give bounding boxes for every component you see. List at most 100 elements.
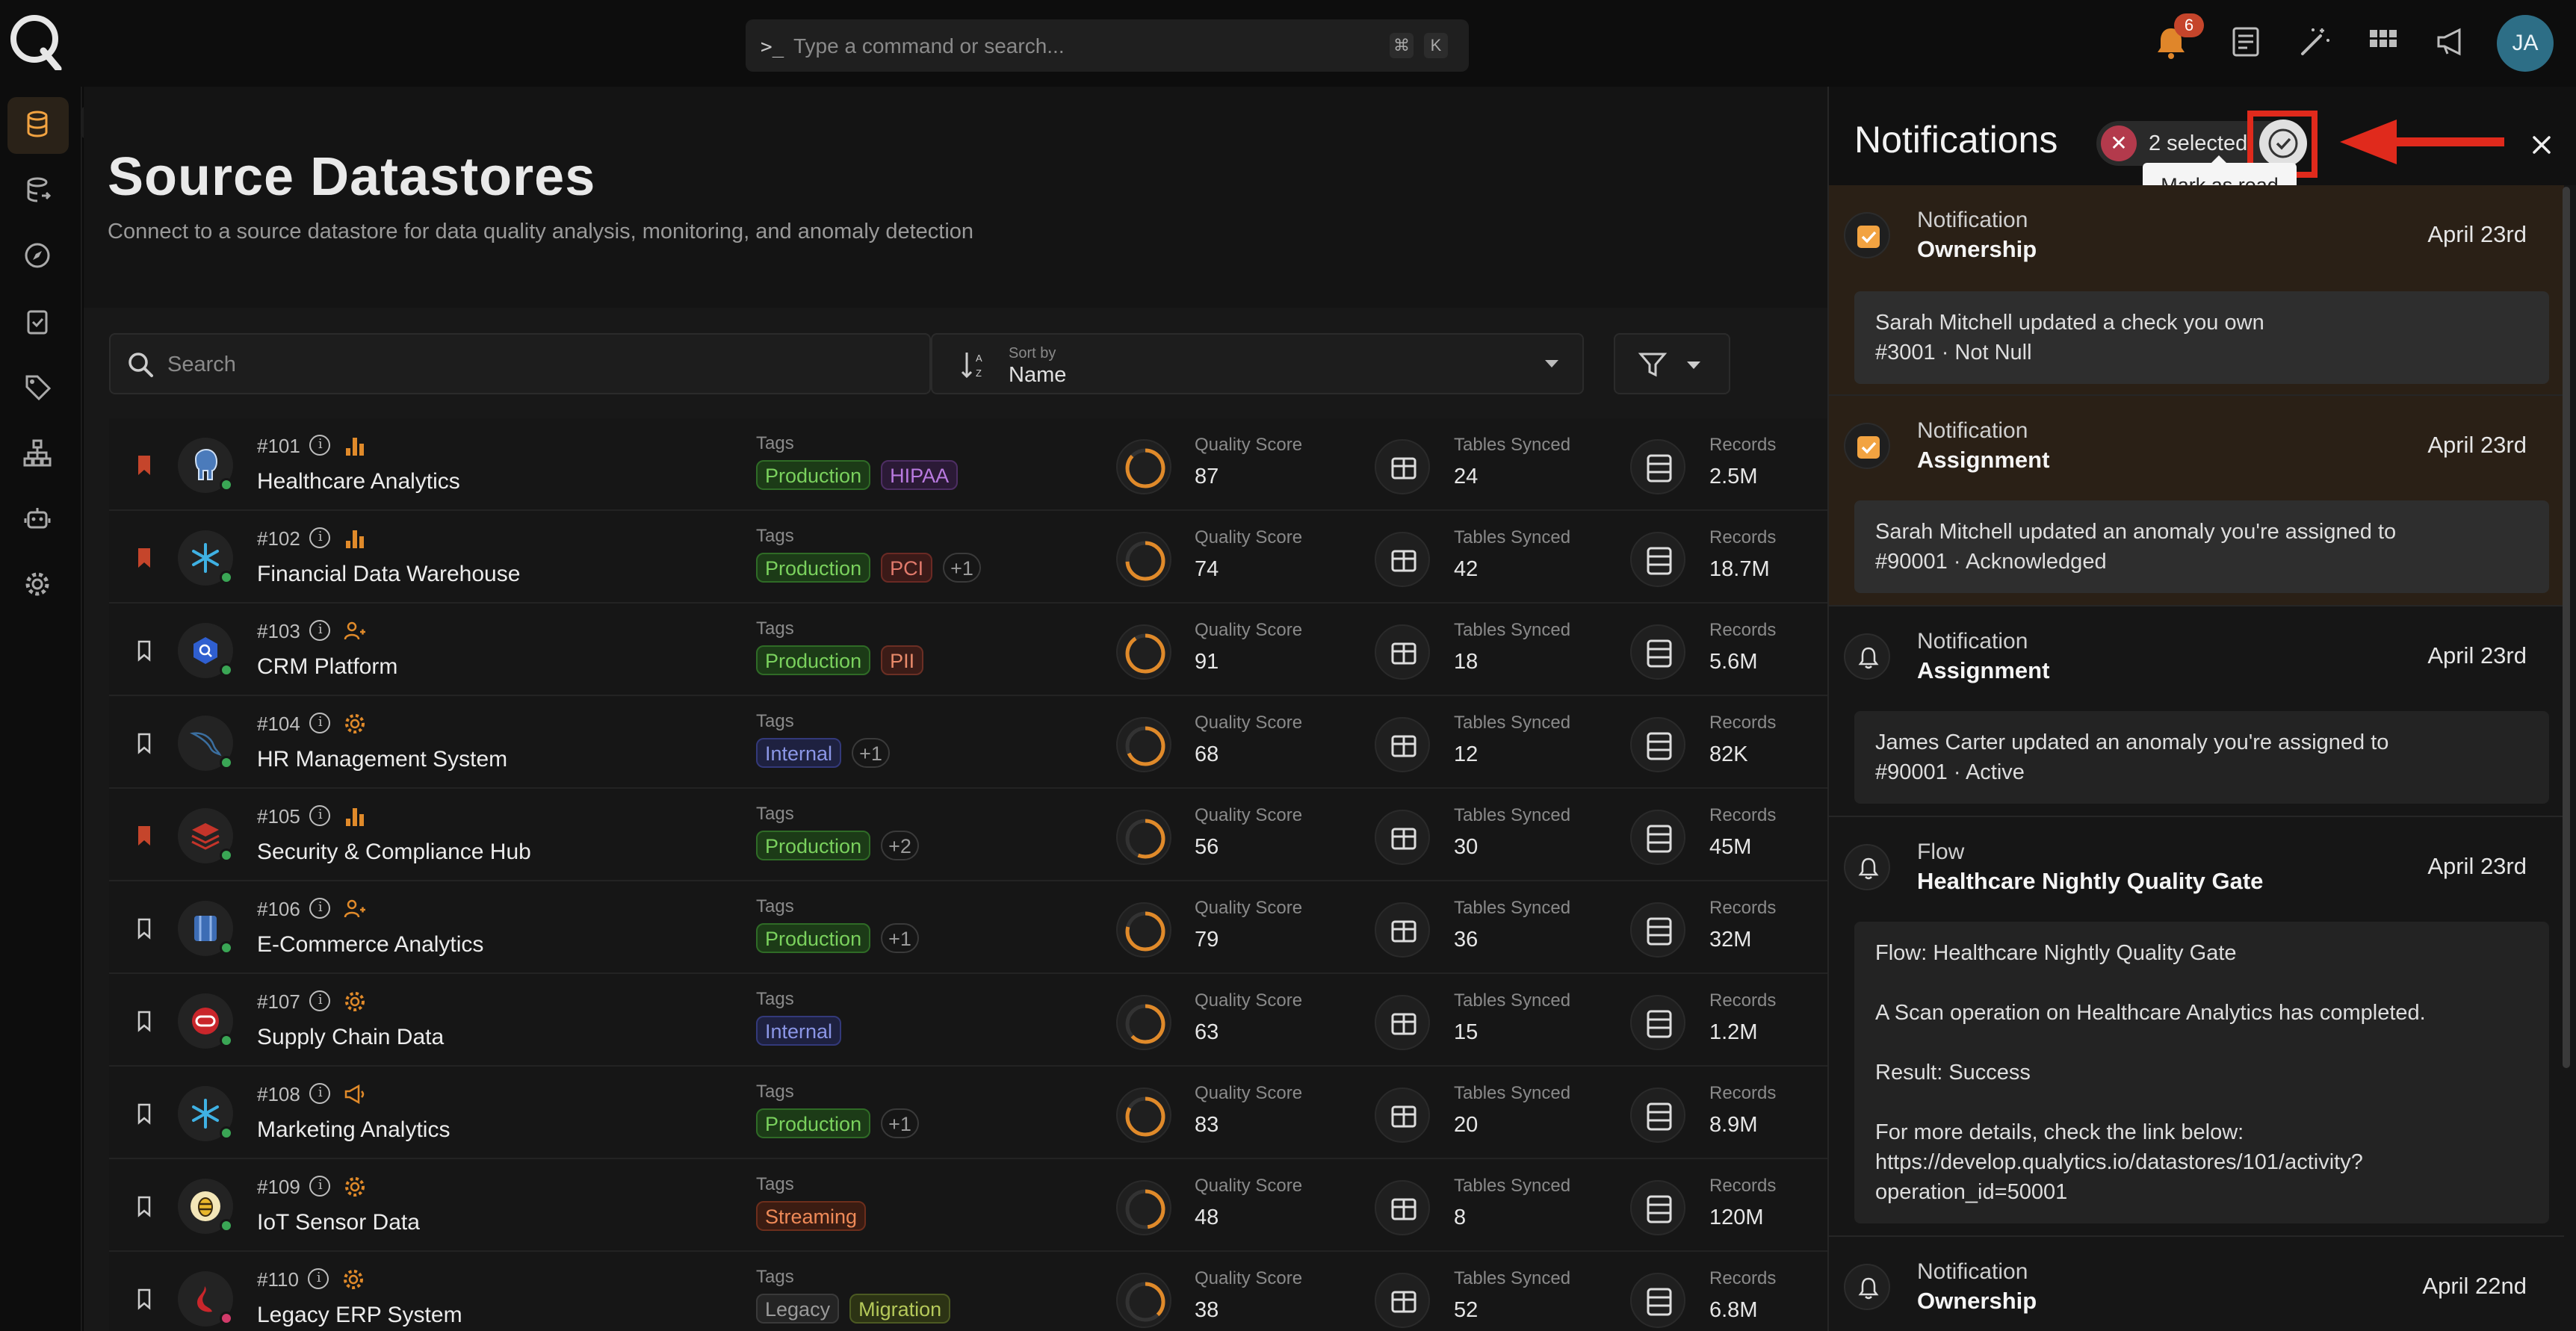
left-sidebar bbox=[0, 87, 82, 1331]
tag-production[interactable]: Production bbox=[756, 831, 871, 860]
notification-bell[interactable] bbox=[1844, 1264, 1890, 1310]
sidebar-item-settings[interactable] bbox=[7, 557, 69, 614]
notification-item[interactable]: Flow Healthcare Nightly Quality Gate Apr… bbox=[1829, 817, 2564, 1237]
info-icon[interactable] bbox=[307, 1268, 329, 1289]
info-icon[interactable] bbox=[309, 1176, 330, 1197]
quality-score-label: Quality Score bbox=[1195, 898, 1303, 918]
tag-internal[interactable]: Internal bbox=[756, 1016, 842, 1046]
app-logo-icon[interactable] bbox=[9, 13, 63, 70]
info-icon[interactable] bbox=[309, 1083, 330, 1104]
bookmark-filled-icon[interactable] bbox=[136, 454, 152, 477]
notification-item[interactable]: Notification Ownership April 22nd bbox=[1829, 1237, 2564, 1331]
notification-bell[interactable] bbox=[1844, 633, 1890, 680]
info-icon[interactable] bbox=[309, 898, 330, 919]
notification-checkbox[interactable] bbox=[1844, 212, 1890, 258]
bookmark-outline-icon[interactable] bbox=[136, 1195, 152, 1217]
datastore-row[interactable]: #103 CRM Platform Tags Production PII Qu… bbox=[109, 604, 1829, 696]
clear-selection-button[interactable]: ✕ bbox=[2101, 125, 2137, 161]
notification-item[interactable]: Notification Assignment April 23rd Sarah… bbox=[1829, 396, 2564, 606]
notification-item[interactable]: Notification Assignment April 23rd James… bbox=[1829, 606, 2564, 817]
sidebar-item-explore[interactable] bbox=[7, 229, 69, 285]
tag-hipaa[interactable]: HIPAA bbox=[881, 460, 959, 490]
info-icon[interactable] bbox=[309, 990, 330, 1011]
datastore-row[interactable]: #106 E-Commerce Analytics Tags Productio… bbox=[109, 881, 1829, 974]
datastore-name[interactable]: HR Management System bbox=[257, 747, 507, 772]
datastore-row[interactable]: #105 Security & Compliance Hub Tags Prod… bbox=[109, 789, 1829, 881]
notification-item[interactable]: Notification Ownership April 23rd Sarah … bbox=[1829, 185, 2564, 396]
tag-production[interactable]: Production bbox=[756, 1108, 871, 1138]
datastore-row[interactable]: #108 Marketing Analytics Tags Production… bbox=[109, 1067, 1829, 1159]
datastore-name[interactable]: Legacy ERP System bbox=[257, 1303, 462, 1328]
tag-internal[interactable]: Internal bbox=[756, 738, 842, 768]
tag-production[interactable]: Production bbox=[756, 553, 871, 583]
tag-more-count[interactable]: +1 bbox=[881, 923, 919, 953]
magic-wand-icon[interactable] bbox=[2295, 22, 2334, 61]
tag-more-count[interactable]: +2 bbox=[881, 831, 919, 860]
bookmark-outline-icon[interactable] bbox=[136, 1288, 152, 1310]
datastore-row[interactable]: #104 HR Management System Tags Internal … bbox=[109, 696, 1829, 789]
datastore-name[interactable]: Marketing Analytics bbox=[257, 1117, 450, 1143]
athena-logo bbox=[178, 901, 233, 956]
tag-production[interactable]: Production bbox=[756, 460, 871, 490]
sidebar-item-checks[interactable] bbox=[7, 294, 69, 351]
sidebar-item-tags[interactable] bbox=[7, 360, 69, 417]
tag-legacy[interactable]: Legacy bbox=[756, 1294, 840, 1324]
sort-select[interactable]: A Z Sort by Name bbox=[931, 333, 1584, 394]
datastore-name[interactable]: Healthcare Analytics bbox=[257, 469, 460, 494]
bookmark-outline-icon[interactable] bbox=[136, 1010, 152, 1032]
user-avatar[interactable]: JA bbox=[2497, 15, 2554, 72]
sidebar-item-hierarchy[interactable] bbox=[7, 426, 69, 483]
sidebar-item-enrichment[interactable] bbox=[7, 163, 69, 220]
datastore-name[interactable]: Financial Data Warehouse bbox=[257, 562, 520, 587]
datastore-name[interactable]: Supply Chain Data bbox=[257, 1025, 444, 1050]
bar-chart-icon bbox=[345, 530, 364, 548]
tag-more-count[interactable]: +1 bbox=[943, 553, 981, 583]
datastore-name[interactable]: CRM Platform bbox=[257, 654, 397, 680]
info-icon[interactable] bbox=[309, 805, 330, 826]
tag-more-count[interactable]: +1 bbox=[881, 1108, 919, 1138]
datastore-name[interactable]: E-Commerce Analytics bbox=[257, 932, 483, 958]
bookmark-outline-icon[interactable] bbox=[136, 639, 152, 662]
tag-pci[interactable]: PCI bbox=[881, 553, 933, 583]
search-input[interactable]: Search bbox=[109, 333, 931, 394]
quality-score-value: 79 bbox=[1195, 928, 1219, 952]
user-settings-icon bbox=[344, 621, 365, 640]
bookmark-filled-icon[interactable] bbox=[136, 825, 152, 847]
sidebar-item-agents[interactable] bbox=[7, 491, 69, 548]
datastore-row[interactable]: #109 IoT Sensor Data Tags Streaming Qual… bbox=[109, 1159, 1829, 1252]
quality-score-label: Quality Score bbox=[1195, 990, 1303, 1011]
datastore-row[interactable]: #107 Supply Chain Data Tags Internal Qua… bbox=[109, 974, 1829, 1067]
bookmark-outline-icon[interactable] bbox=[136, 732, 152, 754]
tag-streaming[interactable]: Streaming bbox=[756, 1201, 867, 1231]
bookmark-outline-icon[interactable] bbox=[136, 917, 152, 940]
bookmark-outline-icon[interactable] bbox=[136, 1102, 152, 1125]
quality-score-ring bbox=[1116, 810, 1171, 865]
datastore-row[interactable]: #101 Healthcare Analytics Tags Productio… bbox=[109, 418, 1829, 511]
panel-scrollbar[interactable] bbox=[2563, 187, 2570, 1068]
tag-migration[interactable]: Migration bbox=[849, 1294, 951, 1324]
bookmark-filled-icon[interactable] bbox=[136, 547, 152, 569]
tag-production[interactable]: Production bbox=[756, 645, 871, 675]
tag-more-count[interactable]: +1 bbox=[852, 738, 890, 768]
info-icon[interactable] bbox=[309, 713, 330, 733]
info-icon[interactable] bbox=[309, 527, 330, 548]
flow-link-continued[interactable]: operation_id=50001 bbox=[1875, 1177, 2528, 1207]
info-icon[interactable] bbox=[309, 435, 330, 456]
megaphone-icon[interactable] bbox=[2433, 22, 2471, 61]
info-icon[interactable] bbox=[309, 620, 330, 641]
tag-pii[interactable]: PII bbox=[881, 645, 924, 675]
apps-grid-icon[interactable] bbox=[2364, 22, 2403, 61]
datastore-row[interactable]: #102 Financial Data Warehouse Tags Produ… bbox=[109, 511, 1829, 604]
datastore-name[interactable]: Security & Compliance Hub bbox=[257, 840, 531, 865]
sidebar-item-datastores[interactable] bbox=[7, 97, 69, 154]
datastore-name[interactable]: IoT Sensor Data bbox=[257, 1210, 420, 1235]
notification-checkbox[interactable] bbox=[1844, 423, 1890, 469]
flow-link[interactable]: https://develop.qualytics.io/datastores/… bbox=[1875, 1147, 2528, 1177]
filter-button[interactable] bbox=[1614, 333, 1730, 394]
document-icon[interactable] bbox=[2226, 22, 2265, 61]
datastore-row[interactable]: #110 Legacy ERP System Tags Legacy Migra… bbox=[109, 1252, 1829, 1331]
command-search-input[interactable]: >_ Type a command or search... ⌘ K bbox=[746, 19, 1469, 72]
tag-production[interactable]: Production bbox=[756, 923, 871, 953]
notification-bell[interactable] bbox=[1844, 844, 1890, 890]
close-icon[interactable] bbox=[2525, 128, 2558, 161]
